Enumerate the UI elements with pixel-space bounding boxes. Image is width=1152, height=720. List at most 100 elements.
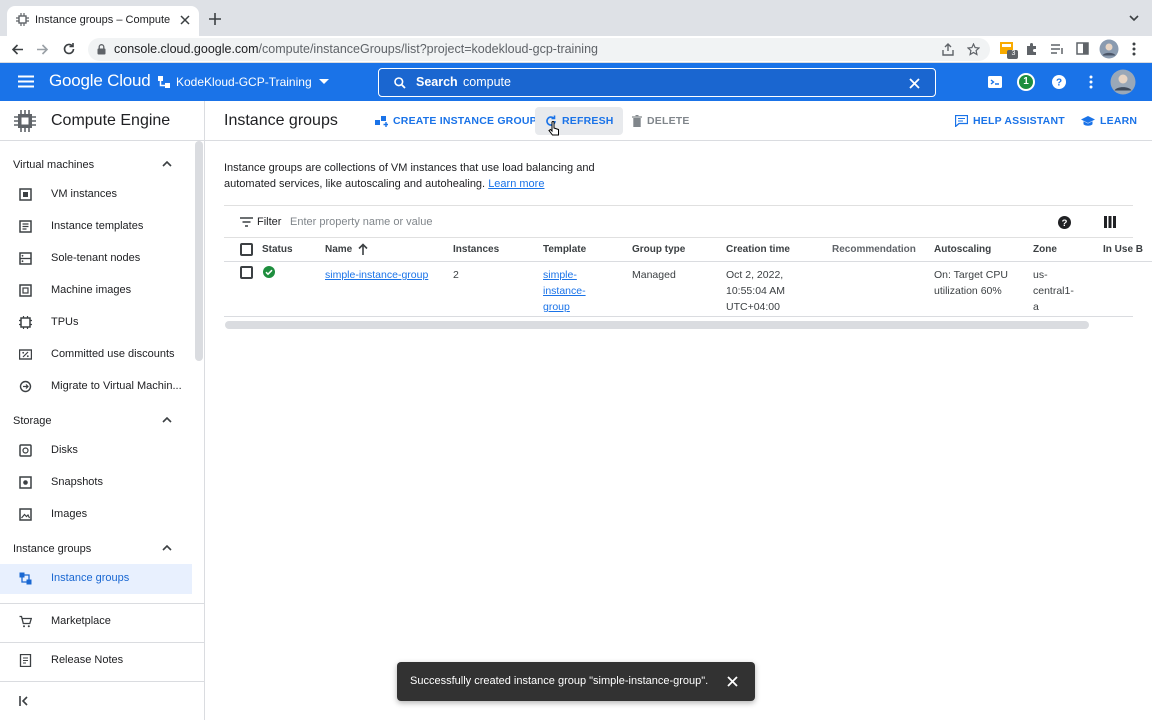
sidebar-item-instance-templates[interactable]: Instance templates bbox=[0, 212, 192, 242]
tpu-icon bbox=[19, 316, 32, 329]
sidebar-item-release-notes[interactable]: Release Notes bbox=[0, 646, 192, 676]
reload-icon[interactable] bbox=[62, 42, 76, 56]
learn-button[interactable]: LEARN bbox=[1081, 107, 1137, 135]
column-header-in-use-by[interactable]: In Use B bbox=[1103, 244, 1143, 255]
sort-ascending-icon[interactable] bbox=[358, 243, 368, 255]
select-all-checkbox[interactable] bbox=[240, 243, 253, 256]
column-header-creation-time[interactable]: Creation time bbox=[726, 244, 790, 255]
machine-image-icon bbox=[19, 284, 32, 297]
row-checkbox[interactable] bbox=[240, 266, 253, 279]
sidebar-item-tpus[interactable]: TPUs bbox=[0, 308, 192, 338]
column-header-template[interactable]: Template bbox=[543, 244, 586, 255]
browser-tab[interactable]: Instance groups – Compute Engine bbox=[7, 6, 199, 36]
sidebar-item-label: Instance groups bbox=[51, 572, 130, 584]
sidebar-item-label: Committed use discounts bbox=[51, 348, 175, 360]
share-icon[interactable] bbox=[942, 43, 954, 56]
sidebar-item-committed-use-discounts[interactable]: Committed use discounts bbox=[0, 340, 192, 370]
template-icon bbox=[19, 220, 32, 233]
toast-close-icon[interactable] bbox=[727, 676, 738, 687]
sidebar-item-machine-images[interactable]: Machine images bbox=[0, 276, 192, 306]
learn-more-link[interactable]: Learn more bbox=[488, 178, 544, 190]
delete-button[interactable]: DELETE bbox=[632, 107, 690, 135]
search-bar[interactable]: Search compute bbox=[378, 68, 936, 97]
help-assistant-button[interactable]: HELP ASSISTANT bbox=[955, 107, 1065, 135]
row-creation-time: Oct 2, 2022, 10:55:04 AM UTC+04:00 bbox=[726, 267, 785, 315]
column-header-instances[interactable]: Instances bbox=[453, 244, 499, 255]
clear-search-icon[interactable] bbox=[909, 78, 920, 89]
row-name-link[interactable]: simple-instance-group bbox=[325, 267, 428, 283]
sidebar-item-marketplace[interactable]: Marketplace bbox=[0, 607, 192, 637]
lock-icon[interactable] bbox=[97, 44, 106, 55]
extensions-puzzle-icon[interactable] bbox=[1025, 42, 1039, 56]
back-icon[interactable] bbox=[11, 43, 24, 56]
collapse-chevron-icon[interactable] bbox=[162, 545, 172, 551]
search-input[interactable]: compute bbox=[463, 75, 511, 89]
column-header-name[interactable]: Name bbox=[325, 244, 352, 255]
sidebar-title: Compute Engine bbox=[51, 112, 171, 129]
column-display-options-icon[interactable] bbox=[1104, 216, 1116, 228]
project-name: KodeKloud-GCP-Training bbox=[176, 75, 312, 89]
column-header-recommendation[interactable]: Recommendation bbox=[832, 244, 916, 255]
sidebar-item-vm-instances[interactable]: VM instances bbox=[0, 180, 192, 210]
collapse-chevron-icon[interactable] bbox=[162, 161, 172, 167]
column-header-group-type[interactable]: Group type bbox=[632, 244, 685, 255]
row-template-link[interactable]: simple- instance- group bbox=[543, 267, 586, 315]
new-tab-icon[interactable] bbox=[209, 13, 221, 25]
hamburger-menu-icon[interactable] bbox=[18, 75, 34, 88]
sidebar-item-disks[interactable]: Disks bbox=[0, 436, 192, 466]
sidebar-scrollbar[interactable] bbox=[195, 141, 203, 361]
profile-avatar-icon[interactable] bbox=[1099, 39, 1119, 59]
browser-menu-icon[interactable] bbox=[1132, 42, 1136, 56]
column-header-zone[interactable]: Zone bbox=[1033, 244, 1057, 255]
autoscaling-line: utilization 60% bbox=[934, 285, 1002, 297]
sidebar-item-label: Snapshots bbox=[51, 476, 103, 488]
collapse-chevron-icon[interactable] bbox=[162, 417, 172, 423]
project-selector[interactable]: KodeKloud-GCP-Training bbox=[158, 71, 329, 93]
create-instance-group-icon bbox=[375, 115, 393, 127]
bookmark-star-icon[interactable] bbox=[967, 43, 980, 56]
help-icon[interactable]: ? bbox=[1052, 75, 1066, 89]
google-cloud-logo[interactable]: Google Cloud bbox=[49, 71, 151, 91]
extension-badge-icon[interactable]: 3 bbox=[999, 40, 1019, 60]
filter-input[interactable]: Enter property name or value bbox=[290, 216, 432, 228]
page-title: Instance groups bbox=[224, 112, 338, 129]
forward-icon[interactable] bbox=[36, 43, 49, 56]
template-link-line[interactable]: group bbox=[543, 301, 570, 313]
sidebar-item-snapshots[interactable]: Snapshots bbox=[0, 468, 192, 498]
column-header-status[interactable]: Status bbox=[262, 244, 293, 255]
template-link-line[interactable]: instance- bbox=[543, 285, 586, 297]
tab-search-chevron-icon[interactable] bbox=[1129, 15, 1139, 22]
sidebar-divider bbox=[0, 642, 204, 643]
sidebar-item-sole-tenant-nodes[interactable]: Sole-tenant nodes bbox=[0, 244, 192, 274]
notifications-icon[interactable]: 1 bbox=[1016, 72, 1036, 92]
search-label: Search bbox=[416, 75, 458, 89]
disk-icon bbox=[19, 444, 32, 457]
sidebar-item-label: Marketplace bbox=[51, 615, 111, 627]
sidebar-item-label: Migrate to Virtual Machin... bbox=[51, 380, 182, 392]
table-help-icon[interactable]: ? bbox=[1058, 216, 1071, 229]
sidebar-item-label: Disks bbox=[51, 444, 78, 456]
template-link-line[interactable]: simple- bbox=[543, 269, 577, 281]
console-menu-icon[interactable] bbox=[1089, 75, 1093, 89]
url-text: console.cloud.google.com/compute/instanc… bbox=[114, 42, 598, 56]
sidebar-item-label: Images bbox=[51, 508, 88, 520]
autoscaling-line: On: Target CPU bbox=[934, 269, 1008, 281]
sidebar-item-label: VM instances bbox=[51, 188, 118, 200]
tab-close-icon[interactable] bbox=[180, 15, 190, 25]
sidebar-item-instance-groups[interactable]: Instance groups bbox=[0, 564, 192, 594]
table-horizontal-scrollbar[interactable] bbox=[225, 321, 1089, 329]
extension-badge-count: 3 bbox=[1011, 50, 1016, 57]
address-bar[interactable]: console.cloud.google.com/compute/instanc… bbox=[88, 38, 990, 61]
creation-time-line: Oct 2, 2022, bbox=[726, 269, 784, 281]
sidebar-item-images[interactable]: Images bbox=[0, 500, 192, 530]
account-avatar-icon[interactable] bbox=[1110, 69, 1136, 95]
cloud-shell-icon[interactable] bbox=[988, 76, 1002, 88]
column-header-autoscaling[interactable]: Autoscaling bbox=[934, 244, 991, 255]
instance-group-link[interactable]: simple-instance-group bbox=[325, 269, 428, 281]
filter-icon[interactable] bbox=[240, 217, 253, 227]
side-panel-icon[interactable] bbox=[1076, 42, 1089, 55]
reading-list-icon[interactable] bbox=[1050, 42, 1064, 56]
collapse-sidebar-icon[interactable] bbox=[19, 696, 31, 706]
sidebar-item-migrate[interactable]: Migrate to Virtual Machin... bbox=[0, 372, 192, 402]
create-instance-group-button[interactable]: CREATE INSTANCE GROUP bbox=[375, 107, 537, 135]
